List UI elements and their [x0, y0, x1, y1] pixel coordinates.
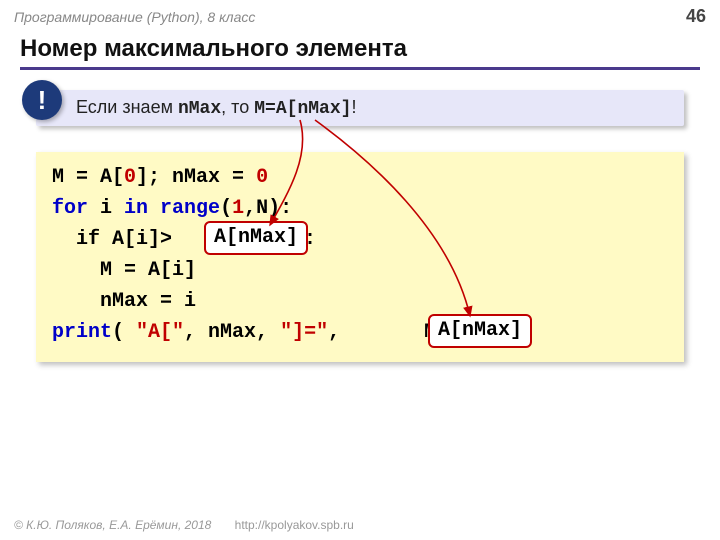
- footer: © К.Ю. Поляков, Е.А. Ерёмин, 2018 http:/…: [14, 518, 354, 532]
- code-line-4: M = A[i]: [52, 255, 668, 286]
- code-line-2: for i in range(1,N):: [52, 193, 668, 224]
- copyright: © К.Ю. Поляков, Е.А. Ерёмин, 2018: [14, 518, 211, 532]
- tip-box: Если знаем nMax, то M=A[nMax]!: [36, 90, 684, 126]
- slide-header: Программирование (Python), 8 класс 46: [0, 0, 720, 29]
- c1a: M = A[: [52, 166, 124, 189]
- c1z2: 0: [256, 166, 268, 189]
- c1b: ]; nMax =: [136, 166, 256, 189]
- title-block: Номер максимального элемента: [0, 29, 720, 74]
- c6s1: "A[": [136, 321, 184, 344]
- c6a: print: [52, 321, 112, 344]
- c6m: M: [352, 321, 436, 344]
- course-label: Программирование (Python), 8 класс: [14, 9, 255, 25]
- c2one: 1: [232, 197, 244, 220]
- c6b: (: [112, 321, 136, 344]
- code-line-5: nMax = i: [52, 286, 668, 317]
- c4a: M = A[i]: [52, 259, 196, 282]
- tip-text: Если знаем nMax, то M=A[nMax]!: [76, 97, 356, 117]
- c2f: ,N):: [244, 197, 292, 220]
- title-underline: [20, 67, 700, 70]
- c2c: in: [124, 197, 148, 220]
- code-line-1: M = A[0]; nMax = 0: [52, 162, 668, 193]
- c6d: ,: [328, 321, 352, 344]
- code-box: M = A[0]; nMax = 0 for i in range(1,N): …: [36, 152, 684, 362]
- overlay-anmax-1: A[nMax]: [204, 221, 308, 255]
- exclaim-icon: !: [22, 80, 62, 120]
- c6s2: "]=": [280, 321, 328, 344]
- c6c: , nMax,: [184, 321, 280, 344]
- page-title: Номер максимального элемента: [20, 35, 700, 63]
- tip-mono2: M=A[nMax]: [254, 99, 351, 119]
- tip-mid: , то: [221, 97, 254, 117]
- page-number: 46: [686, 6, 706, 27]
- c2a: for: [52, 197, 88, 220]
- tip-row: ! Если знаем nMax, то M=A[nMax]!: [36, 90, 684, 126]
- c5a: nMax = i: [52, 290, 196, 313]
- tip-mono1: nMax: [178, 99, 221, 119]
- c2b: i: [88, 197, 124, 220]
- c2d: range: [148, 197, 220, 220]
- tip-post: !: [351, 97, 356, 117]
- footer-url: http://kpolyakov.spb.ru: [235, 518, 354, 532]
- c2e: (: [220, 197, 232, 220]
- code-line-6: print( "A[", nMax, "]=", M ): [52, 317, 668, 348]
- tip-pre: Если знаем: [76, 97, 178, 117]
- code-line-3: if A[i]> M :: [52, 224, 668, 255]
- overlay-anmax-2: A[nMax]: [428, 314, 532, 348]
- c1z: 0: [124, 166, 136, 189]
